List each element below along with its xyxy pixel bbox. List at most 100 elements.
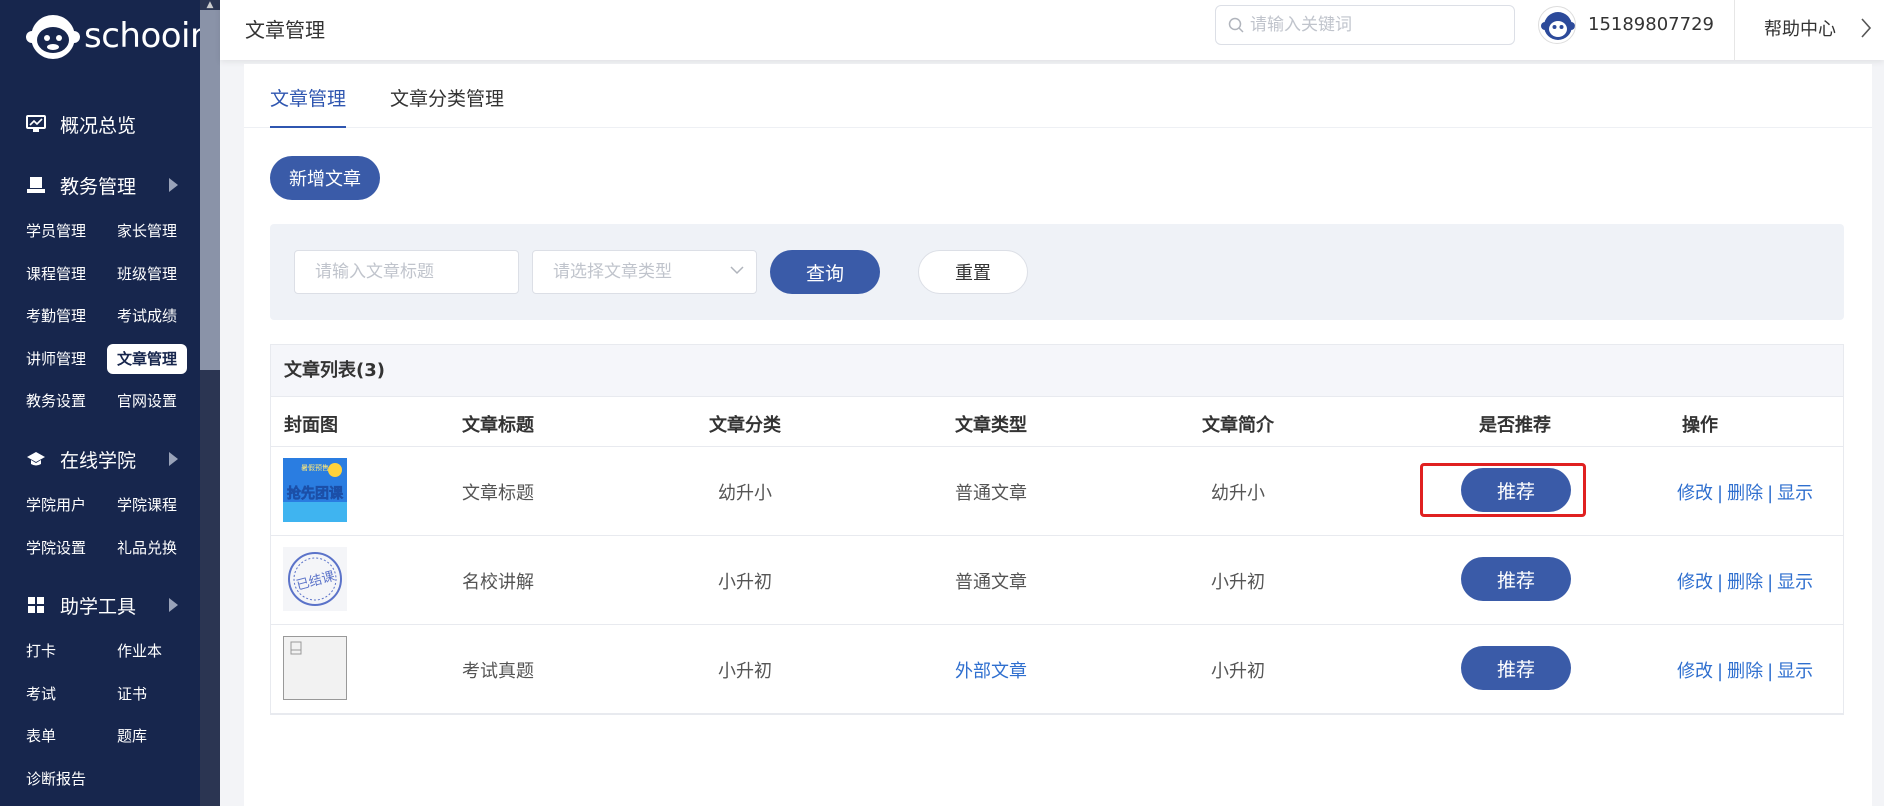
article-type: 普通文章 <box>955 572 1027 593</box>
show-link[interactable]: 显示 <box>1777 572 1813 593</box>
article-list: 文章列表(3) 封面图 文章标题 文章分类 文章类型 文章简介 是否推荐 操作 … <box>270 344 1844 715</box>
sidebar-item-students[interactable]: 学员管理 <box>26 216 86 246</box>
sidebar-item-academy-courses[interactable]: 学院课程 <box>117 490 177 520</box>
edit-link[interactable]: 修改 <box>1677 483 1713 504</box>
monkey-avatar-icon <box>1541 12 1575 40</box>
column-header: 封面图 <box>284 415 338 436</box>
sidebar-item-exam-scores[interactable]: 考试成绩 <box>117 301 177 331</box>
user-phone[interactable]: 15189807729 <box>1588 14 1714 35</box>
help-center-link[interactable]: 帮助中心 <box>1764 15 1836 41</box>
article-title: 考试真题 <box>462 661 534 682</box>
monkey-logo-icon <box>26 15 80 59</box>
sidebar-item-parents[interactable]: 家长管理 <box>117 216 177 246</box>
recommend-button[interactable]: 推荐 <box>1461 646 1571 690</box>
show-link[interactable]: 显示 <box>1777 483 1813 504</box>
highlight-box <box>1420 463 1586 517</box>
sidebar-section-label: 助学工具 <box>60 595 137 618</box>
brand-name: schooin <box>84 16 212 56</box>
article-category: 小升初 <box>718 661 772 682</box>
sidebar-item-courses[interactable]: 课程管理 <box>26 259 86 289</box>
search-icon <box>1228 17 1244 33</box>
chevron-down-icon <box>730 266 744 275</box>
monitor-icon <box>26 114 46 134</box>
separator: | <box>1717 661 1724 682</box>
sidebar-item-diagnostic-report[interactable]: 诊断报告 <box>26 764 86 794</box>
article-category: 幼升小 <box>718 483 772 504</box>
separator: | <box>1767 572 1774 593</box>
article-summary: 幼升小 <box>1211 483 1265 504</box>
table-row: 暑假预售 抢先团课 文章标题 幼升小 普通文章 幼升小 推荐 修改 | 删除 | 显示 <box>271 447 1843 536</box>
article-title-input[interactable] <box>294 250 519 294</box>
expand-arrow-icon[interactable] <box>169 598 178 612</box>
query-button[interactable]: 查询 <box>770 250 880 294</box>
sidebar-section-study-tools[interactable]: 助学工具 <box>0 585 200 625</box>
broken-image-icon[interactable] <box>283 636 347 700</box>
separator: | <box>1717 483 1724 504</box>
main-card: 文章管理 文章分类管理 新增文章 请选择文章类型 查询 重置 文章列表(3) 封… <box>244 64 1872 806</box>
delete-link[interactable]: 删除 <box>1727 572 1763 593</box>
sidebar-item-articles[interactable]: 文章管理 <box>107 344 188 374</box>
top-header: 文章管理 15189807729 帮助中心 <box>220 0 1884 60</box>
table-header: 封面图 文章标题 文章分类 文章类型 文章简介 是否推荐 操作 <box>271 397 1843 447</box>
article-type-link[interactable]: 外部文章 <box>955 657 1027 683</box>
edit-link[interactable]: 修改 <box>1677 572 1713 593</box>
select-placeholder: 请选择文章类型 <box>553 262 672 282</box>
reset-button[interactable]: 重置 <box>918 250 1028 294</box>
article-type-select[interactable]: 请选择文章类型 <box>532 250 757 294</box>
show-link[interactable]: 显示 <box>1777 661 1813 682</box>
sidebar-item-homework[interactable]: 作业本 <box>117 636 162 666</box>
sidebar-item-teachers[interactable]: 讲师管理 <box>26 344 86 374</box>
sidebar-item-checkin[interactable]: 打卡 <box>26 636 56 666</box>
header-divider <box>1734 0 1735 60</box>
column-header: 文章类型 <box>955 415 1027 436</box>
expand-arrow-icon[interactable] <box>169 178 178 192</box>
sidebar-scrollbar-thumb[interactable] <box>200 10 220 370</box>
sidebar-item-label: 概况总览 <box>60 114 137 137</box>
row-actions: 修改 | 删除 | 显示 <box>1677 657 1813 683</box>
column-header: 操作 <box>1682 415 1718 436</box>
edit-link[interactable]: 修改 <box>1677 661 1713 682</box>
sidebar-item-gift-exchange[interactable]: 礼品兑换 <box>117 533 177 563</box>
sidebar-item-website-settings[interactable]: 官网设置 <box>117 386 177 416</box>
cover-image[interactable]: 暑假预售 抢先团课 <box>283 458 347 522</box>
delete-link[interactable]: 删除 <box>1727 661 1763 682</box>
sidebar-item-academy-users[interactable]: 学院用户 <box>26 490 86 520</box>
tab-article-categories[interactable]: 文章分类管理 <box>390 84 504 128</box>
delete-link[interactable]: 删除 <box>1727 483 1763 504</box>
recommend-button[interactable]: 推荐 <box>1461 557 1571 601</box>
scroll-up-icon[interactable]: ▲ <box>200 0 220 10</box>
logo[interactable]: schooin <box>26 8 212 64</box>
grid-icon <box>26 595 46 615</box>
sidebar-section-online-academy[interactable]: 在线学院 <box>0 439 200 479</box>
expand-arrow-icon[interactable] <box>169 452 178 466</box>
sidebar-item-academy-settings[interactable]: 学院设置 <box>26 533 86 563</box>
cover-image[interactable]: 已结课 <box>283 547 347 611</box>
sidebar-item-attendance[interactable]: 考勤管理 <box>26 301 86 331</box>
separator: | <box>1767 661 1774 682</box>
avatar[interactable] <box>1538 6 1576 44</box>
chevron-right-icon[interactable] <box>1860 17 1872 39</box>
sidebar-item-overview[interactable]: 概况总览 <box>0 104 200 144</box>
graduation-cap-icon <box>26 449 46 469</box>
tab-articles[interactable]: 文章管理 <box>270 84 347 128</box>
sidebar-item-certificate[interactable]: 证书 <box>117 679 147 709</box>
tab-bar: 文章管理 文章分类管理 <box>244 64 1872 128</box>
page-title: 文章管理 <box>245 18 325 42</box>
column-header: 文章标题 <box>462 415 534 436</box>
sidebar-item-forms[interactable]: 表单 <box>26 721 56 751</box>
sidebar-item-classes[interactable]: 班级管理 <box>117 259 177 289</box>
sidebar-section-academic[interactable]: 教务管理 <box>0 165 200 205</box>
column-header: 文章分类 <box>709 415 781 436</box>
sidebar-section-label: 教务管理 <box>60 175 137 198</box>
cover-headline-text: 抢先团课 <box>287 485 344 502</box>
sidebar-item-question-bank[interactable]: 题库 <box>117 721 147 751</box>
sidebar-item-academic-settings[interactable]: 教务设置 <box>26 386 86 416</box>
article-summary: 小升初 <box>1211 661 1265 682</box>
add-article-button[interactable]: 新增文章 <box>270 156 380 200</box>
row-actions: 修改 | 删除 | 显示 <box>1677 479 1813 505</box>
global-search[interactable] <box>1215 5 1515 45</box>
cover-small-text: 暑假预售 <box>301 463 329 472</box>
search-input[interactable] <box>1250 15 1490 35</box>
sidebar-item-exam[interactable]: 考试 <box>26 679 56 709</box>
column-header: 是否推荐 <box>1479 415 1551 436</box>
